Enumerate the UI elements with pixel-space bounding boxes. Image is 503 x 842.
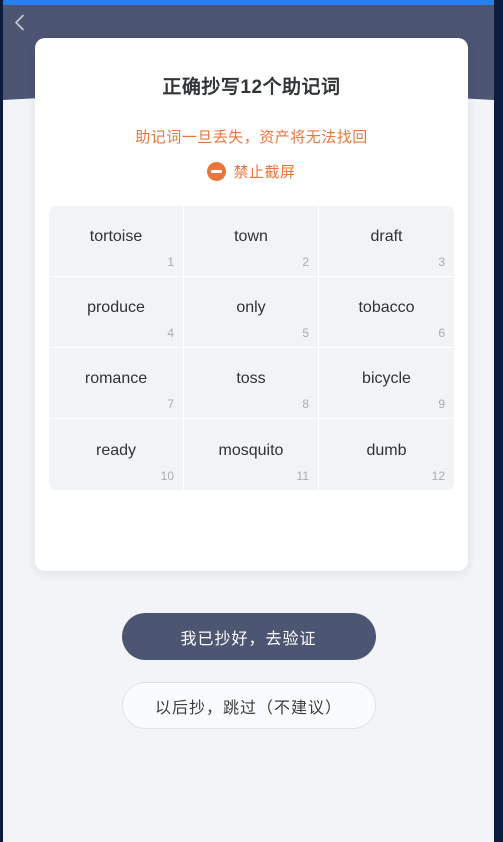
mnemonic-word-cell: bicycle 9 — [319, 348, 454, 419]
mnemonic-word-cell: toss 8 — [184, 348, 319, 419]
device-edge-left — [0, 0, 3, 842]
action-button-group: 我已抄好，去验证 以后抄，跳过（不建议） — [3, 613, 494, 729]
mnemonic-word-text: only — [236, 299, 266, 316]
mnemonic-word-index: 1 — [167, 255, 174, 269]
no-screenshot-notice: 禁止截屏 — [49, 161, 454, 182]
mnemonic-word-cell: only 5 — [184, 277, 319, 348]
mnemonic-word-text: ready — [95, 441, 137, 459]
loss-warning-text: 助记词一旦丢失，资产将无法找回 — [135, 129, 368, 146]
mnemonic-word-index: 5 — [302, 326, 309, 340]
mnemonic-word-text: bicycle — [362, 370, 411, 387]
mnemonic-word-cell: romance 7 — [49, 348, 184, 419]
mnemonic-word-text: romance — [84, 370, 148, 387]
mnemonic-word-index: 12 — [431, 469, 445, 483]
back-button[interactable] — [2, 5, 36, 39]
mnemonic-word-grid: tortoise 1 town 2 draft 3 produce 4 only 5 tobacco… — [49, 206, 454, 490]
verify-button[interactable]: 我已抄好，去验证 — [121, 613, 376, 660]
mnemonic-word-text: town — [234, 228, 268, 245]
mnemonic-word-cell: mosquito 11 — [184, 419, 319, 490]
page-title: 正确抄写12个助记词 — [162, 77, 341, 98]
prohibition-icon — [207, 162, 227, 181]
mnemonic-word-text: tobacco — [358, 299, 415, 316]
mnemonic-word-index: 6 — [438, 326, 445, 340]
device-edge-right — [494, 0, 503, 842]
mnemonic-word-index: 10 — [160, 469, 174, 483]
chevron-left-icon — [14, 14, 25, 31]
mnemonic-word-index: 9 — [438, 397, 445, 411]
mnemonic-word-text: toss — [236, 370, 266, 387]
mnemonic-word-text: draft — [370, 228, 403, 245]
mnemonic-word-cell: draft 3 — [319, 206, 454, 277]
mnemonic-word-cell: tobacco 6 — [319, 277, 454, 348]
mnemonic-word-index: 4 — [167, 326, 174, 340]
mnemonic-word-index: 8 — [302, 397, 309, 411]
mnemonic-word-text: dumb — [366, 441, 407, 459]
mnemonic-word-index: 7 — [167, 397, 174, 411]
mnemonic-word-text: mosquito — [218, 441, 284, 459]
mnemonic-word-index: 11 — [296, 469, 309, 483]
mnemonic-word-text: produce — [87, 299, 145, 316]
skip-button[interactable]: 以后抄，跳过（不建议） — [121, 682, 376, 729]
no-screenshot-label: 禁止截屏 — [233, 164, 296, 181]
mnemonic-word-cell: dumb 12 — [319, 419, 454, 490]
mnemonic-word-cell: tortoise 1 — [49, 206, 184, 277]
mnemonic-word-cell: ready 10 — [49, 419, 184, 490]
mnemonic-word-text: tortoise — [89, 228, 143, 245]
mnemonic-word-index: 3 — [438, 255, 445, 269]
mnemonic-word-index: 2 — [302, 255, 309, 269]
app-screen: 正确抄写12个助记词 助记词一旦丢失，资产将无法找回 禁止截屏 tortoise… — [0, 0, 503, 842]
mnemonic-word-cell: town 2 — [184, 206, 319, 277]
mnemonic-word-cell: produce 4 — [49, 277, 184, 348]
mnemonic-card: 正确抄写12个助记词 助记词一旦丢失，资产将无法找回 禁止截屏 tortoise… — [35, 38, 468, 571]
status-bar-strip — [3, 0, 494, 5]
